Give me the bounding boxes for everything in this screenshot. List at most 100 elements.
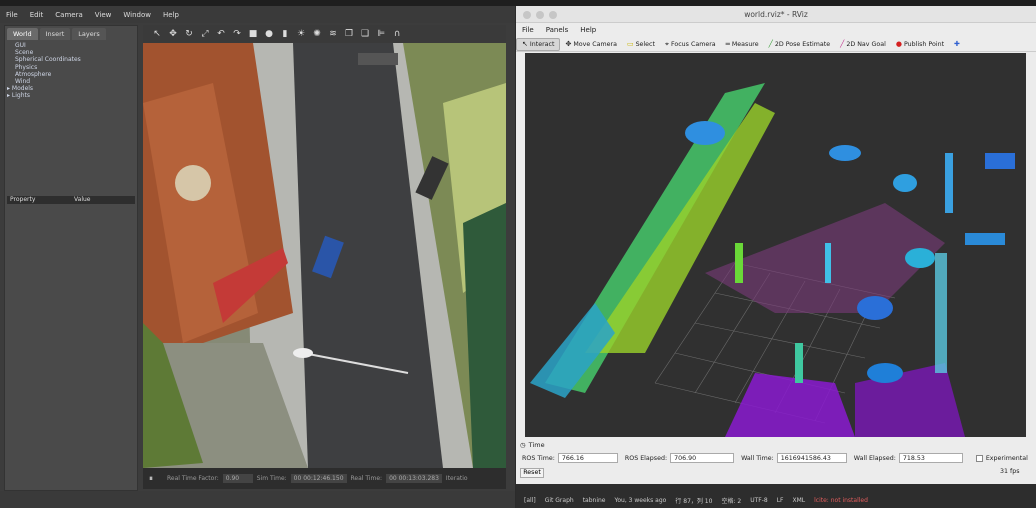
world-tree: GUI Scene Spherical Coordinates Physics … — [5, 40, 137, 102]
status-all[interactable]: [all] — [524, 497, 536, 504]
indent-spaces[interactable]: 空格: 2 — [721, 496, 741, 505]
real-time-label: Real Time: — [350, 475, 383, 482]
menu-file[interactable]: File — [516, 26, 540, 34]
cursor-position[interactable]: 行 87，列 10 — [675, 496, 712, 505]
language-mode[interactable]: XML — [792, 497, 805, 504]
tree-item-atmosphere[interactable]: Atmosphere — [15, 71, 127, 78]
point-light-icon[interactable]: ✺ — [311, 29, 323, 39]
tool-focus-camera[interactable]: ⌖ Focus Camera — [660, 38, 721, 51]
copy-icon[interactable]: ❐ — [343, 29, 355, 39]
wall-time-label: Wall Time: — [741, 454, 774, 462]
nav-goal-icon: ╱ — [840, 40, 845, 48]
lint-warning[interactable]: lcite: not installed — [814, 497, 868, 504]
value-col: Value — [74, 196, 91, 203]
rviz-menubar: File Panels Help — [516, 24, 1036, 36]
reset-button[interactable]: Reset — [520, 468, 544, 478]
paste-icon[interactable]: ❑ — [359, 29, 371, 39]
ros-time-field: 766.16 — [557, 453, 618, 463]
tree-item-lights[interactable]: ▸ Lights — [7, 92, 127, 99]
menu-camera[interactable]: Camera — [49, 11, 88, 19]
eol[interactable]: LF — [777, 497, 784, 504]
tab-world[interactable]: World — [7, 28, 38, 40]
select-mode-icon[interactable]: ↖ — [151, 29, 163, 39]
experimental-label: Experimental — [985, 454, 1028, 462]
real-time-value: 00 00:13:03.283 — [386, 474, 442, 483]
tool-interact[interactable]: ↖ Interact — [516, 37, 561, 51]
tree-item-spherical[interactable]: Spherical Coordinates — [15, 56, 127, 63]
fps-readout: 31 fps — [1000, 468, 1020, 475]
spot-light-icon[interactable]: ≋ — [327, 29, 339, 39]
tool-measure[interactable]: ═ Measure — [721, 38, 764, 51]
tab-insert[interactable]: Insert — [39, 28, 71, 40]
gazebo-toolbar: ↖ ✥ ↻ ⤢ ↶ ↷ ■ ● ▮ ☀ ✺ ≋ ❐ ❑ ⊫ ∩ — [143, 25, 506, 43]
tree-item-wind[interactable]: Wind — [15, 78, 127, 85]
select-icon: ▭ — [626, 40, 634, 48]
encoding[interactable]: UTF-8 — [750, 497, 768, 504]
wall-time-field: 1616941586.43 — [776, 453, 847, 463]
rviz-3d-viewport[interactable] — [525, 53, 1026, 437]
time-panel-header: ◷ Time — [516, 440, 1036, 450]
translate-icon[interactable]: ✥ — [167, 29, 179, 39]
menu-help[interactable]: Help — [157, 11, 185, 19]
rviz-titlebar: world.rviz* - RViz — [516, 6, 1036, 23]
city-scene — [143, 43, 506, 468]
ros-elapsed-field: 706.90 — [670, 453, 735, 463]
git-blame[interactable]: You, 3 weeks ago — [615, 497, 667, 504]
property-header: Property Value — [7, 196, 135, 204]
pose-estimate-icon: ╱ — [768, 40, 773, 48]
tab-layers[interactable]: Layers — [72, 28, 106, 40]
tool-nav-goal[interactable]: ╱ 2D Nav Goal — [835, 38, 891, 51]
sim-time-value: 00 00:12:46.150 — [290, 474, 347, 483]
experimental-checkbox[interactable] — [975, 454, 983, 462]
time-panel-title: Time — [528, 441, 545, 449]
pause-icon[interactable]: ⏸ — [149, 474, 163, 484]
tabnine[interactable]: tabnine — [583, 497, 606, 504]
menu-edit[interactable]: Edit — [24, 11, 50, 19]
tree-item-physics[interactable]: Physics — [15, 64, 127, 71]
tree-item-scene[interactable]: Scene — [15, 49, 127, 56]
tool-publish-point[interactable]: ● Publish Point — [891, 38, 949, 51]
sphere-icon[interactable]: ● — [263, 29, 275, 39]
scale-icon[interactable]: ⤢ — [199, 29, 211, 39]
redo-icon[interactable]: ↷ — [231, 29, 243, 39]
measure-icon: ═ — [725, 40, 730, 48]
publish-point-icon: ● — [895, 40, 902, 48]
add-tool-button[interactable]: ✚ — [949, 38, 965, 51]
rotate-icon[interactable]: ↻ — [183, 29, 195, 39]
git-graph[interactable]: Git Graph — [545, 497, 574, 504]
menu-file[interactable]: File — [0, 11, 24, 19]
clock-icon: ◷ — [520, 441, 526, 449]
desktop: File Edit Camera View Window Help World … — [0, 0, 1036, 508]
align-icon[interactable]: ⊫ — [375, 29, 387, 39]
gazebo-3d-viewport[interactable] — [143, 43, 506, 468]
tool-move-camera[interactable]: ✥ Move Camera — [560, 38, 621, 51]
cylinder-icon[interactable]: ▮ — [279, 29, 291, 39]
plus-icon: ✚ — [954, 40, 960, 48]
rviz-window: world.rviz* - RViz File Panels Help ↖ Int… — [516, 6, 1036, 508]
window-title: world.rviz* - RViz — [744, 9, 808, 19]
ros-time-label: ROS Time: — [522, 454, 555, 462]
menu-panels[interactable]: Panels — [540, 26, 575, 34]
interact-icon: ↖ — [522, 40, 528, 48]
gazebo-bottom-strip — [0, 491, 515, 508]
menu-view[interactable]: View — [89, 11, 118, 19]
wall-elapsed-label: Wall Elapsed: — [853, 454, 896, 462]
tree-item-gui[interactable]: GUI — [15, 42, 127, 49]
tree-item-models[interactable]: ▸ Models — [7, 85, 127, 92]
tool-pose-estimate[interactable]: ╱ 2D Pose Estimate — [764, 38, 835, 51]
wall-elapsed-field: 718.53 — [898, 453, 963, 463]
snap-icon[interactable]: ∩ — [391, 29, 403, 39]
menu-help[interactable]: Help — [574, 26, 602, 34]
pointcloud-scene — [525, 53, 1026, 437]
close-icon[interactable] — [523, 11, 531, 19]
box-icon[interactable]: ■ — [247, 29, 259, 39]
maximize-icon[interactable] — [549, 11, 557, 19]
undo-icon[interactable]: ↶ — [215, 29, 227, 39]
menu-window[interactable]: Window — [117, 11, 157, 19]
property-col: Property — [10, 196, 36, 203]
sun-light-icon[interactable]: ☀ — [295, 29, 307, 39]
gazebo-side-panel: World Insert Layers GUI Scene Spherical … — [4, 25, 138, 491]
minimize-icon[interactable] — [536, 11, 544, 19]
rviz-toolbar: ↖ Interact ✥ Move Camera ▭ Select ⌖ Focus Ca… — [516, 37, 1036, 52]
tool-select[interactable]: ▭ Select — [622, 38, 660, 51]
